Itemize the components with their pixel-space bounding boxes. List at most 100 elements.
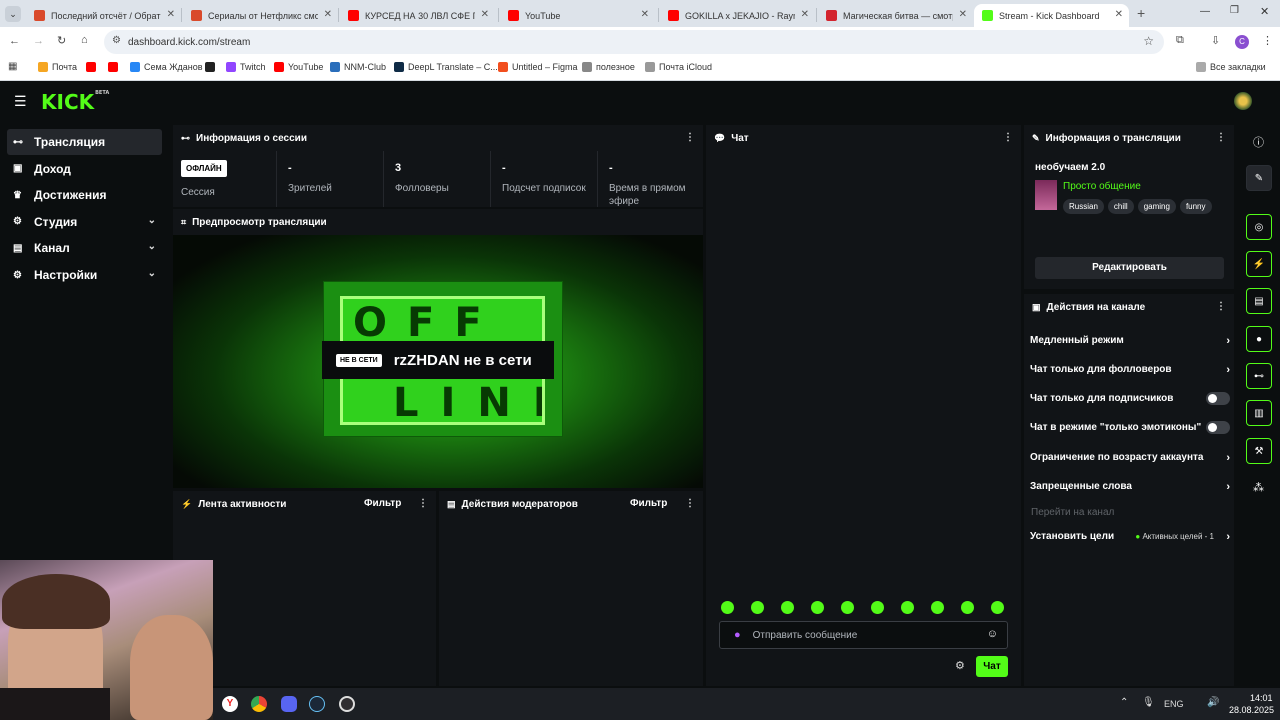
channel-action-item[interactable]: Запрещенные слова ›: [1030, 481, 1230, 493]
emote-icon[interactable]: [961, 601, 974, 614]
bookmark-item[interactable]: Сема Жданов: [130, 62, 203, 72]
home-icon[interactable]: ⌂: [81, 34, 88, 46]
chevron-down-icon[interactable]: ⌄: [148, 241, 156, 252]
activity-filter-button[interactable]: Фильтр: [364, 498, 401, 509]
emote-icon[interactable]: [991, 601, 1004, 614]
tab-close-icon[interactable]: ✕: [481, 9, 489, 20]
downloads-icon[interactable]: ⇩: [1211, 34, 1220, 47]
chat-tool-icon[interactable]: ●: [1246, 326, 1272, 352]
tab-close-icon[interactable]: ✕: [324, 9, 332, 20]
edit-stream-button[interactable]: Редактировать: [1035, 257, 1224, 279]
info-icon[interactable]: ⓘ: [1253, 134, 1264, 150]
sidebar-item[interactable]: ⚙ Студия ⌄: [7, 209, 162, 235]
extensions-icon[interactable]: ⧉: [1176, 34, 1184, 47]
mod-menu-icon[interactable]: ⋮: [685, 498, 695, 509]
bookmark-item[interactable]: [205, 62, 215, 72]
chat-menu-icon[interactable]: ⋮: [1003, 132, 1013, 143]
bookmark-item[interactable]: YouTube: [274, 62, 323, 72]
browser-tab[interactable]: Последний отсчёт / Обратный ✕: [26, 4, 181, 27]
session-menu-icon[interactable]: ⋮: [685, 132, 695, 143]
bookmark-item[interactable]: Twitch: [226, 62, 266, 72]
browser-tab[interactable]: Магическая битва — смотрет ✕: [818, 4, 973, 27]
edit-tool-icon[interactable]: ✎: [1246, 165, 1272, 191]
maximize-button[interactable]: ❐: [1230, 5, 1239, 16]
emote-icon[interactable]: [871, 601, 884, 614]
chat-send-button[interactable]: Чат: [976, 656, 1008, 677]
tray-time[interactable]: 14:01: [1250, 693, 1273, 703]
sidebar-item[interactable]: ▤ Канал ⌄: [7, 235, 162, 261]
toggle-switch[interactable]: [1206, 421, 1230, 434]
chrome-app-icon[interactable]: [251, 696, 267, 712]
channel-action-item[interactable]: Чат в режиме "только эмотиконы": [1030, 421, 1230, 434]
stream-tag[interactable]: Russian: [1063, 199, 1104, 214]
tab-close-icon[interactable]: ✕: [1115, 9, 1123, 20]
chevron-down-icon[interactable]: ⌄: [148, 268, 156, 279]
stream-info-menu-icon[interactable]: ⋮: [1216, 132, 1226, 143]
browser-tab[interactable]: GOKILLA x JEKAJIO - Raym ✕: [660, 4, 815, 27]
tray-chevron-icon[interactable]: ⌃: [1120, 697, 1128, 708]
emote-icon[interactable]: [841, 601, 854, 614]
all-bookmarks[interactable]: Все закладки: [1196, 62, 1266, 72]
mic-icon[interactable]: ●: [734, 629, 741, 641]
chevron-down-icon[interactable]: ⌄: [148, 215, 156, 226]
stream-tag[interactable]: gaming: [1137, 199, 1176, 214]
bookmark-item[interactable]: Почта iCloud: [645, 62, 712, 72]
broadcast-tool-icon[interactable]: ⊷: [1246, 363, 1272, 389]
kick-logo[interactable]: KICKBETA: [41, 90, 109, 114]
channel-action-item[interactable]: Чат только для фолловеров ›: [1030, 364, 1230, 376]
browser-tab[interactable]: Stream - Kick Dashboard ✕: [974, 4, 1129, 27]
tray-date[interactable]: 28.08.2025: [1229, 705, 1274, 715]
new-tab-button[interactable]: +: [1137, 5, 1145, 21]
browser-tab[interactable]: КУРСЕД НА 30 ЛВЛ СФЕ ПОП ✕: [340, 4, 495, 27]
stream-tag[interactable]: funny: [1179, 199, 1212, 214]
hamburger-menu-icon[interactable]: ☰: [14, 93, 27, 110]
bookmark-item[interactable]: Untitled – Figma: [498, 62, 578, 72]
bookmark-item[interactable]: Почта: [38, 62, 77, 72]
emote-icon[interactable]: [781, 601, 794, 614]
channel-action-item[interactable]: Ограничение по возрасту аккаунта ›: [1030, 452, 1230, 464]
tab-close-icon[interactable]: ✕: [641, 9, 649, 20]
bookmark-item[interactable]: полезное: [582, 62, 635, 72]
sidebar-item[interactable]: ▣ Доход: [7, 156, 162, 182]
emote-icon[interactable]: [901, 601, 914, 614]
chat-input[interactable]: ● Отправить сообщение ☺: [719, 621, 1008, 649]
emote-icon[interactable]: [721, 601, 734, 614]
close-window-button[interactable]: ✕: [1260, 5, 1269, 18]
wrench-tool-icon[interactable]: ⚒: [1246, 438, 1272, 464]
site-info-icon[interactable]: ⚙: [112, 35, 121, 46]
layout-tool-icon[interactable]: ▥: [1246, 400, 1272, 426]
bookmark-star-icon[interactable]: ☆: [1143, 34, 1154, 48]
bookmark-item[interactable]: [86, 62, 96, 72]
minimize-button[interactable]: —: [1200, 6, 1210, 17]
sidebar-item[interactable]: ♛ Достижения: [7, 182, 162, 208]
share-tool-icon[interactable]: ⁂: [1253, 481, 1264, 494]
address-input[interactable]: ⚙ dashboard.kick.com/stream ☆: [104, 30, 1164, 54]
bookmark-item[interactable]: [108, 62, 118, 72]
flash-tool-icon[interactable]: ⚡: [1246, 251, 1272, 277]
emoji-picker-icon[interactable]: ☺: [987, 628, 998, 640]
tray-volume-icon[interactable]: 🔊: [1207, 697, 1219, 708]
tray-language[interactable]: ENG: [1164, 699, 1184, 709]
emote-icon[interactable]: [751, 601, 764, 614]
steam-app-icon[interactable]: [309, 696, 325, 712]
tab-close-icon[interactable]: ✕: [959, 9, 967, 20]
user-avatar[interactable]: [1234, 92, 1252, 110]
back-icon[interactable]: ←: [9, 35, 20, 47]
camera-tool-icon[interactable]: ◎: [1246, 214, 1272, 240]
channel-actions-menu-icon[interactable]: ⋮: [1216, 301, 1226, 312]
notes-tool-icon[interactable]: ▤: [1246, 288, 1272, 314]
bookmark-item[interactable]: DeepL Translate – C...: [394, 62, 498, 72]
chat-settings-icon[interactable]: ⚙: [955, 659, 965, 672]
tab-close-icon[interactable]: ✕: [801, 9, 809, 20]
browser-tab[interactable]: Сериалы от Нетфликс смотре ✕: [183, 4, 338, 27]
apps-icon[interactable]: ▦: [8, 61, 17, 72]
tab-close-icon[interactable]: ✕: [167, 9, 175, 20]
reload-icon[interactable]: ↻: [57, 34, 66, 47]
tray-mic-icon[interactable]: 🎙: [1142, 697, 1155, 708]
tab-list-dropdown[interactable]: ⌄: [5, 6, 21, 22]
yandex-app-icon[interactable]: Y: [222, 696, 238, 712]
mod-filter-button[interactable]: Фильтр: [630, 498, 667, 509]
emote-icon[interactable]: [811, 601, 824, 614]
sidebar-item[interactable]: ⚙ Настройки ⌄: [7, 262, 162, 288]
set-goals-item[interactable]: Установить цели ● Активных целей - 1 ›: [1030, 531, 1230, 543]
